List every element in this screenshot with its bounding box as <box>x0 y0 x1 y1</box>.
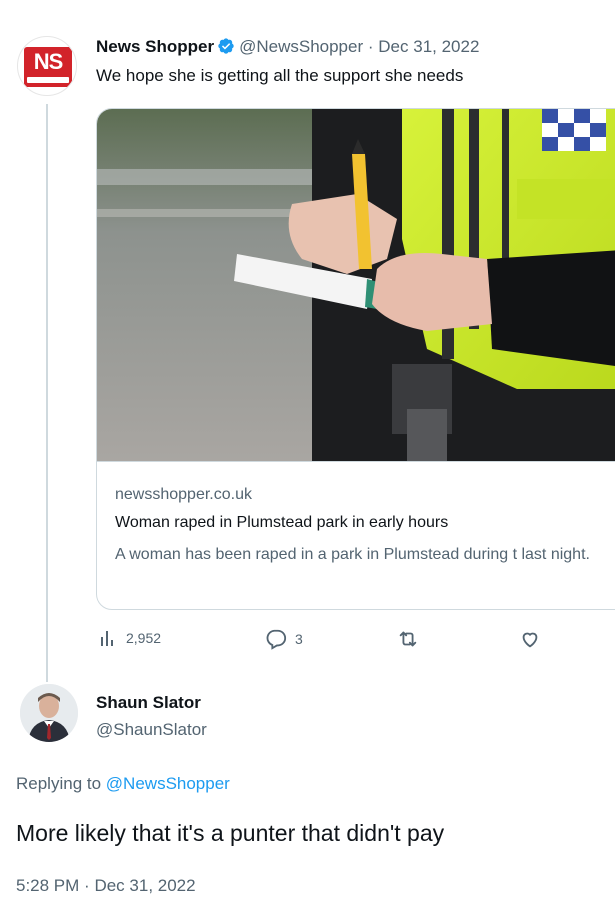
replying-to-mention[interactable]: @NewsShopper <box>106 774 230 793</box>
verified-badge-icon <box>217 37 235 60</box>
views-action[interactable]: 2,952 <box>98 628 161 648</box>
reply-date: Dec 31, 2022 <box>94 876 196 895</box>
card-title: Woman raped in Plumstead park in early h… <box>115 514 449 531</box>
retweet-icon <box>397 628 419 650</box>
speech-bubble-icon <box>265 628 287 650</box>
news-shopper-avatar[interactable]: NS <box>17 36 77 96</box>
tweet-text: We hope she is getting all the support s… <box>96 66 464 85</box>
reply-text: More likely that it's a punter that didn… <box>16 820 445 846</box>
reply-count: 3 <box>295 631 303 647</box>
reply-author-name[interactable]: Shaun Slator <box>96 693 201 713</box>
header-separator: · <box>367 37 374 56</box>
reply-time: 5:28 PM <box>16 876 80 895</box>
ns-logo-strip <box>27 77 69 83</box>
reply-author-handle[interactable]: @ShaunSlator <box>96 720 207 740</box>
heart-icon <box>519 628 541 650</box>
author-handle[interactable]: @NewsShopper <box>239 37 363 56</box>
link-preview-card[interactable]: newsshopper.co.uk Woman raped in Plumste… <box>96 108 615 610</box>
replying-to-line: Replying to @NewsShopper <box>16 774 230 794</box>
card-image <box>97 109 615 461</box>
card-divider <box>97 461 615 462</box>
shaun-slator-avatar[interactable] <box>20 684 78 742</box>
ns-logo-text: NS <box>33 49 64 74</box>
reply-timestamp[interactable]: 5:28 PM · Dec 31, 2022 <box>16 876 196 896</box>
bar-chart-icon <box>98 628 118 648</box>
replying-to-label: Replying to <box>16 774 102 793</box>
tweet-actions: 2,952 3 <box>0 628 615 654</box>
tweet-header: News Shopper @NewsShopper · Dec 31, 2022 <box>96 37 479 60</box>
card-domain: newsshopper.co.uk <box>115 486 252 503</box>
thread-connector-line <box>46 104 48 682</box>
reply-time-separator: · <box>84 876 90 895</box>
retweet-action[interactable] <box>397 628 419 650</box>
like-action[interactable] <box>519 628 541 650</box>
ns-logo: NS <box>24 47 72 87</box>
author-name[interactable]: News Shopper <box>96 37 214 56</box>
views-count: 2,952 <box>126 630 162 646</box>
tweet-date[interactable]: Dec 31, 2022 <box>378 37 479 56</box>
card-description: A woman has been raped in a park in Plum… <box>115 546 590 563</box>
reply-action[interactable]: 3 <box>265 628 303 650</box>
